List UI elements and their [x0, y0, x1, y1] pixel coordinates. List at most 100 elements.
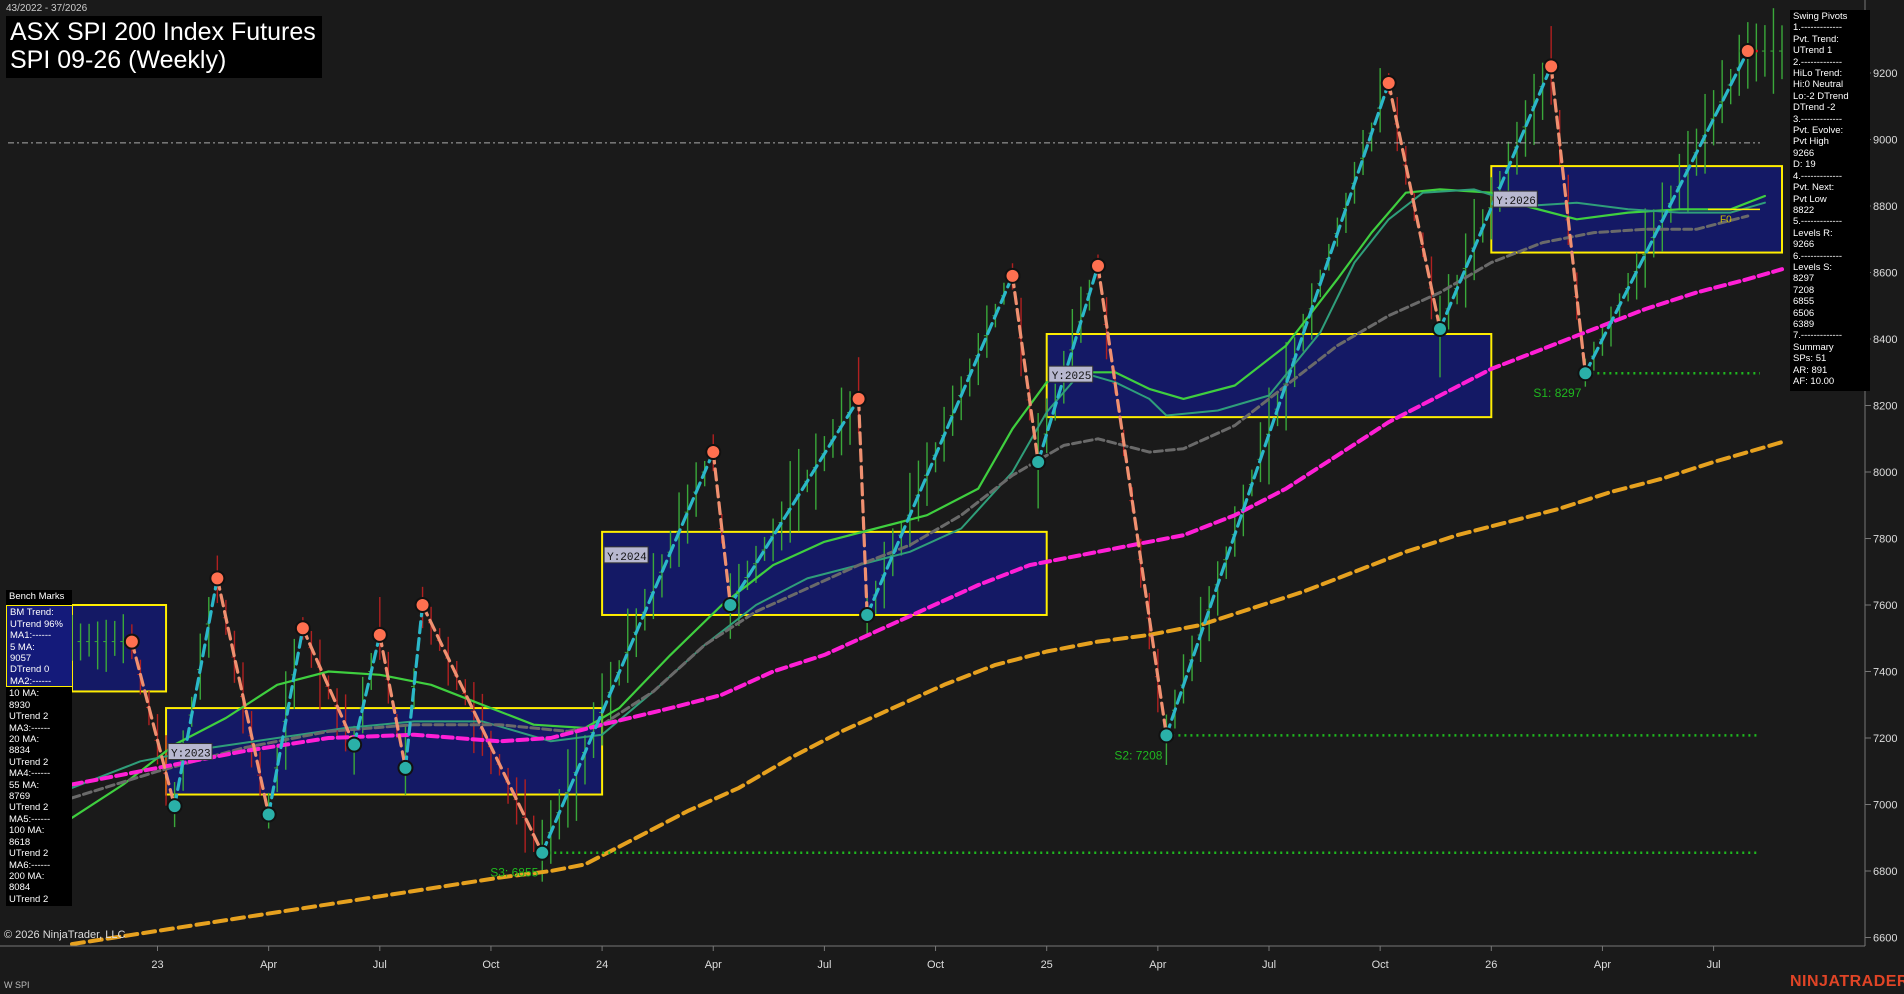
benchmarks-trend-box: BM Trend: UTrend 96% MA1:------ 5 MA: 9057 DT… — [6, 605, 72, 688]
symbol-label: W SPI — [4, 980, 30, 990]
chart-title: ASX SPI 200 Index Futures SPI 09-26 (Wee… — [6, 16, 322, 78]
pivot-high-dot — [1739, 43, 1756, 60]
pivot-high-dot — [1543, 58, 1560, 75]
benchmark-line: MA2:------ — [10, 675, 52, 687]
pivot-low-dot — [722, 597, 739, 613]
benchmark-line: UTrend 2 — [9, 711, 49, 723]
support-level-label: S3: 6855 — [490, 866, 538, 880]
y-tick-label: 9000 — [1873, 135, 1897, 147]
zone-label: Y:2023 — [171, 749, 211, 761]
copyright: © 2026 NinjaTrader, LLC — [4, 929, 126, 941]
contract-title: SPI 09-26 (Weekly) — [10, 46, 227, 74]
pivot-low-dot — [346, 736, 363, 753]
swing-pivot-line: 9266 — [1793, 239, 1815, 251]
benchmark-line: 200 MA: — [9, 870, 45, 882]
pivot-low-dot — [534, 844, 551, 861]
swing-pivot-line: 2.------------- — [1793, 56, 1843, 68]
swing-pivot-line: Summary — [1793, 341, 1834, 353]
benchmark-line: 20 MA: — [9, 734, 40, 746]
benchmark-line: UTrend 2 — [9, 802, 49, 814]
y-tick-label: 8600 — [1873, 268, 1897, 280]
y-tick-label: 7800 — [1873, 534, 1897, 546]
benchmark-line: UTrend 2 — [9, 756, 49, 768]
x-tick-label: Jul — [1262, 959, 1276, 971]
yearly-zone — [71, 604, 168, 693]
swing-pivot-line: SPs: 51 — [1793, 353, 1827, 365]
swing-pivot-line: Lo:-2 DTrend — [1793, 90, 1849, 102]
benchmark-line: UTrend 2 — [9, 893, 49, 905]
benchmarks-ma-list: 10 MA: 8930 UTrend 2 MA3:------ 20 MA: 8834 UT… — [6, 687, 72, 906]
date-range: 43/2022 - 37/2026 — [6, 3, 88, 14]
yearly-zone — [165, 707, 604, 796]
zone-label: Y:2026 — [1496, 196, 1536, 208]
swing-pivot-line: 7.------------- — [1793, 330, 1843, 342]
benchmark-line: MA1:------ — [10, 630, 52, 642]
benchmark-line: 8930 — [9, 699, 31, 711]
benchmark-line: MA3:------ — [9, 722, 51, 734]
benchmark-line: UTrend 96% — [10, 618, 63, 630]
swing-pivot-line: 6506 — [1793, 307, 1815, 319]
pivot-high-dot — [123, 633, 140, 650]
support-level-label: S2: 7208 — [1114, 748, 1162, 762]
swing-pivot-line: Levels S: — [1793, 261, 1833, 273]
swing-pivot-line: 3.------------- — [1793, 113, 1843, 125]
zone-label: Y:2025 — [1052, 371, 1092, 383]
swing-pivot-line: UTrend 1 — [1793, 45, 1833, 57]
y-tick-label: 8400 — [1873, 334, 1897, 346]
pivot-high-dot — [414, 597, 431, 613]
y-tick-label: 7200 — [1873, 733, 1897, 745]
benchmark-line: 55 MA: — [9, 779, 40, 791]
swing-pivots-panel: Swing Pivots 1.------------- Pvt. Trend: UT… — [1790, 10, 1870, 392]
benchmark-line: 100 MA: — [9, 825, 45, 837]
swing-pivot-line: 7208 — [1793, 284, 1815, 296]
swing-pivot-line: Pvt Low — [1793, 193, 1827, 205]
y-tick-label: 8000 — [1873, 467, 1897, 479]
swing-pivot-line: 6389 — [1793, 318, 1815, 330]
x-tick-label: Oct — [1372, 959, 1389, 971]
swing-pivot-line: 8822 — [1793, 204, 1815, 216]
swing-pivot-line: AF: 10.00 — [1793, 376, 1835, 387]
y-tick-label: 8800 — [1873, 201, 1897, 213]
x-tick-label: 23 — [151, 959, 163, 971]
y-tick-label: 7000 — [1873, 800, 1897, 812]
pivot-high-dot — [371, 626, 388, 643]
pivot-low-dot — [397, 759, 414, 776]
x-tick-label: Jul — [817, 959, 831, 971]
x-tick-label: Oct — [482, 959, 499, 971]
x-tick-label: Jul — [373, 959, 387, 971]
swing-pivot-line: Levels R: — [1793, 227, 1833, 239]
pivot-low-dot — [1432, 321, 1448, 338]
pivot-high-dot — [705, 444, 722, 461]
price-chart[interactable]: S1: 8297 S2: 7208 S3: 6855 F0 Y:2023 Y:2024 Y… — [0, 0, 1904, 994]
pivot-high-dot — [209, 570, 226, 587]
pivot-high-dot — [1380, 74, 1397, 91]
f0-label: F0 — [1720, 214, 1732, 225]
y-tick-label: 6800 — [1873, 866, 1897, 878]
y-tick-label: 8200 — [1873, 401, 1897, 413]
x-tick-label: 24 — [596, 959, 608, 971]
x-tick-label: Apr — [260, 959, 277, 971]
brand-logo: NINJATRADER — [1790, 973, 1904, 990]
benchmark-line: MA4:------ — [9, 768, 51, 780]
zone-label: Y:2024 — [607, 552, 647, 564]
benchmark-line: 8834 — [9, 745, 31, 757]
swing-pivot-line: 4.------------- — [1793, 170, 1843, 182]
chart-background — [0, 0, 1904, 994]
benchmark-line: UTrend 2 — [9, 848, 49, 860]
x-tick-label: 25 — [1041, 959, 1053, 971]
pivot-low-dot — [1030, 454, 1047, 471]
benchmarks-header: Bench Marks — [9, 591, 65, 602]
swing-pivot-line: 6.------------- — [1793, 250, 1843, 262]
pivot-low-dot — [859, 606, 876, 623]
benchmark-line: 10 MA: — [9, 688, 40, 700]
swing-pivot-line: Pvt. Trend: — [1793, 33, 1839, 45]
swing-pivot-line: 1.------------- — [1793, 22, 1843, 34]
swing-pivot-line: Hi:0 Neutral — [1793, 79, 1844, 91]
swing-pivot-line: 6855 — [1793, 296, 1815, 308]
pivot-low-dot — [166, 798, 183, 815]
benchmark-line: 8084 — [9, 882, 31, 894]
pivot-low-dot — [1577, 365, 1594, 382]
x-tick-label: Oct — [927, 959, 944, 971]
x-tick-label: 26 — [1485, 959, 1497, 971]
swing-pivot-line: Pvt. Next: — [1793, 182, 1835, 194]
